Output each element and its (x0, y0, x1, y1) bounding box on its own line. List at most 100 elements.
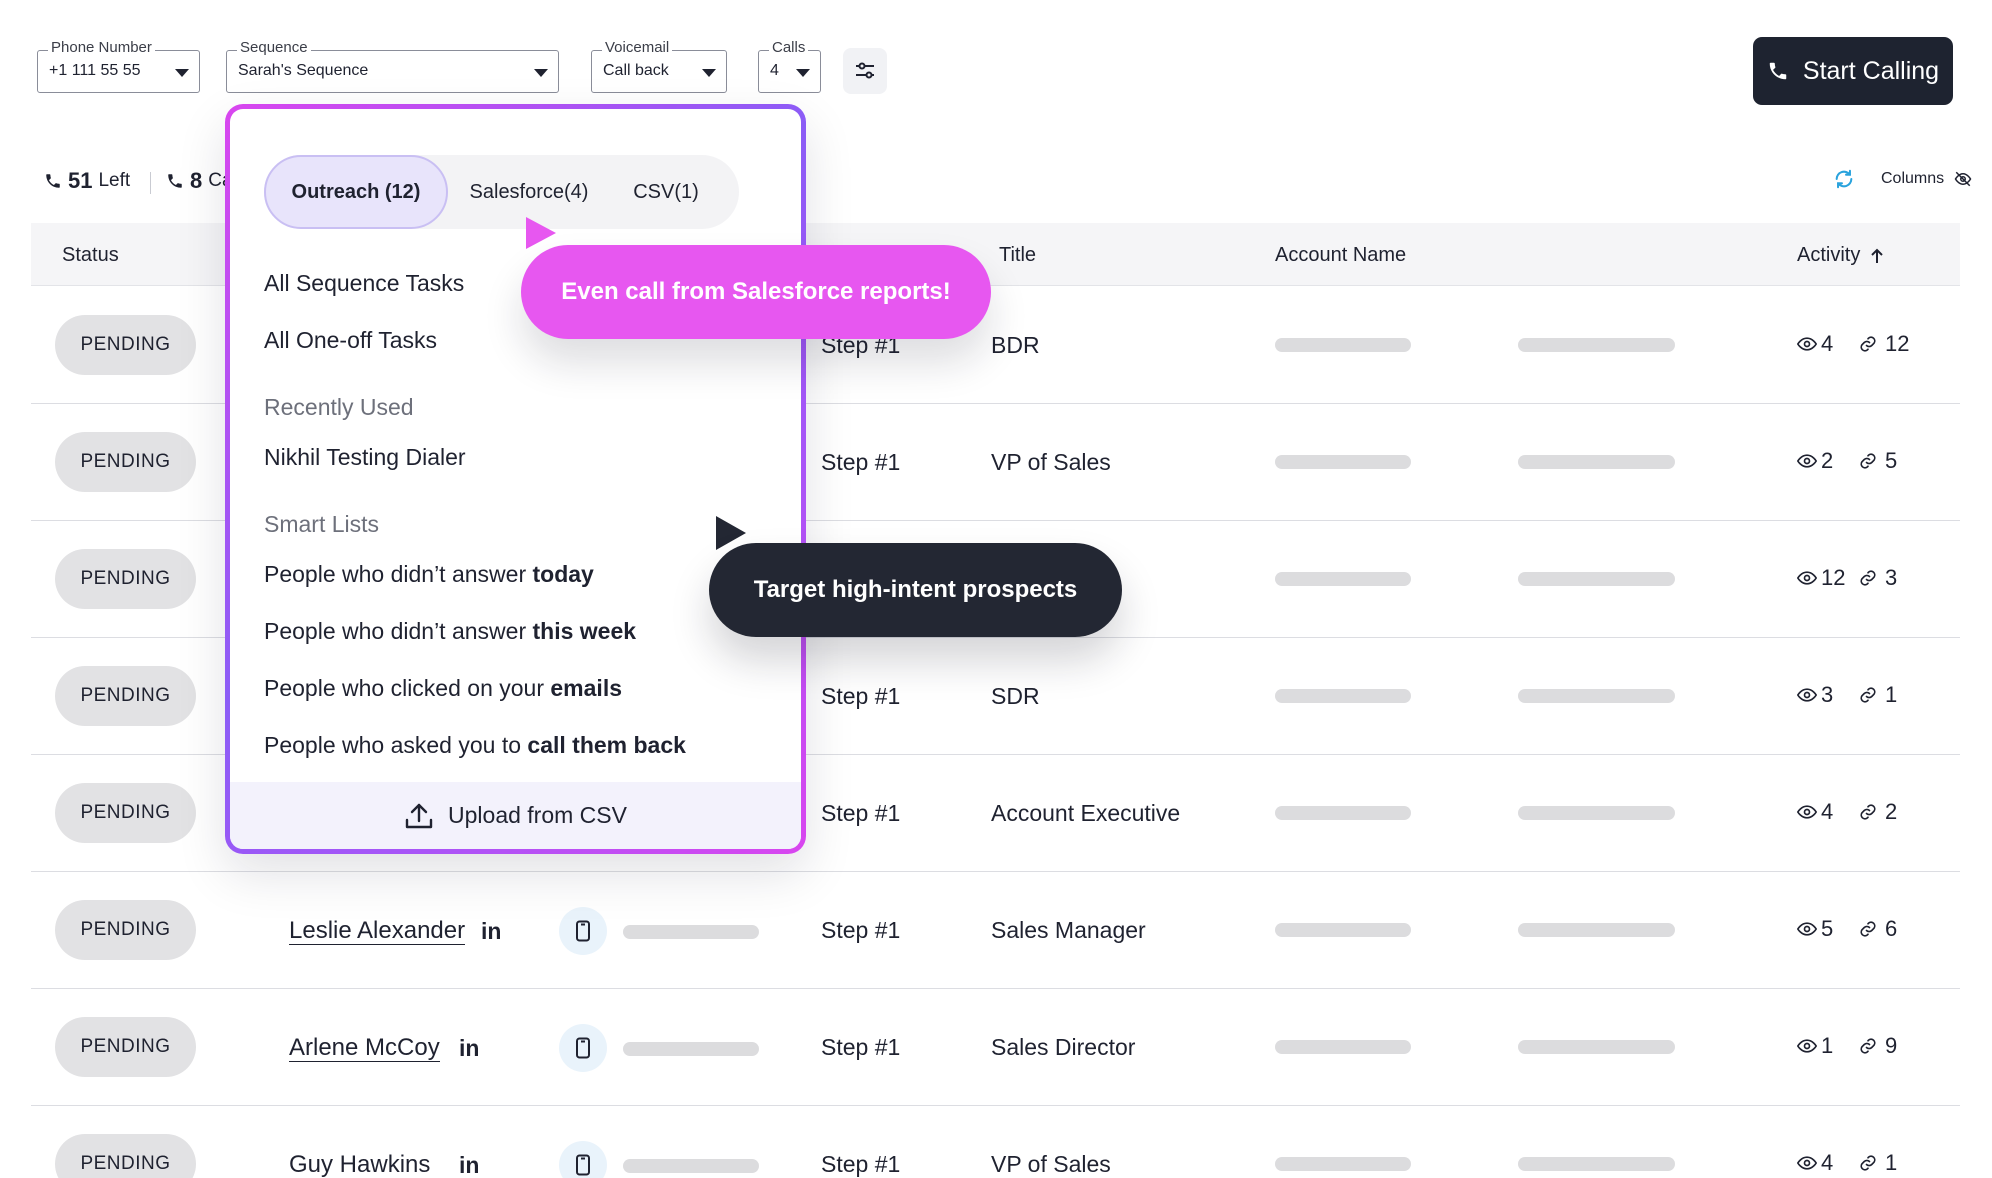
start-calling-label: Start Calling (1802, 56, 1940, 85)
phone-number-chip[interactable] (559, 1141, 607, 1178)
phone-number-select[interactable]: Phone Number +1 111 55 55 (37, 39, 200, 93)
columns-button[interactable]: Columns (1881, 170, 1944, 188)
header-title[interactable]: Title (999, 244, 1036, 267)
smart-list-item-week[interactable]: People who didn’t answer this week (264, 618, 636, 645)
sequence-step: Step #1 (821, 449, 901, 475)
calls-select[interactable]: Calls 4 (758, 39, 821, 93)
phone-number-chip[interactable] (559, 907, 607, 955)
account-name-placeholder (1275, 455, 1411, 469)
voicemail-select[interactable]: Voicemail Call back (591, 39, 727, 93)
contact-title: VP of Sales (991, 1151, 1111, 1177)
status-badge: PENDING (55, 1017, 196, 1077)
smart-list-bold: this week (532, 618, 637, 644)
eye-icon (1797, 571, 1817, 585)
activity-cell: 25 (1797, 448, 1897, 474)
eye-icon (1797, 1156, 1817, 1170)
chevron-down-icon (702, 69, 716, 77)
linkedin-icon[interactable]: in (459, 1035, 479, 1062)
task-source-dropdown: Outreach (12) Salesforce(4) CSV(1) All S… (225, 104, 806, 854)
view-count: 4 (1821, 1150, 1834, 1175)
activity-cell: 31 (1797, 682, 1897, 708)
header-account-name[interactable]: Account Name (1275, 244, 1406, 267)
dropdown-body: Outreach (12) Salesforce(4) CSV(1) All S… (230, 109, 801, 849)
eye-icon (1797, 922, 1817, 936)
table-row[interactable]: PENDING Guy Hawkins in Step #1 VP of Sales 4 1 (31, 1106, 1960, 1178)
phone-icon (1769, 62, 1787, 80)
activity-cell: 4 12 (1797, 331, 1909, 357)
account-name-placeholder (1275, 689, 1411, 703)
contact-name-link[interactable]: Leslie Alexander (289, 918, 466, 945)
all-sequence-tasks-item[interactable]: All Sequence Tasks (264, 270, 464, 297)
tab-outreach[interactable]: Outreach (12) (264, 155, 448, 229)
upload-csv-button[interactable]: Upload from CSV (230, 782, 801, 849)
account-name-placeholder (1275, 1157, 1411, 1171)
view-count: 4 (1821, 331, 1834, 356)
link-icon (1860, 804, 1876, 820)
table-row[interactable]: PENDING Leslie Alexander in Step #1 Sales Ma… (31, 872, 1960, 989)
sliders-icon (856, 62, 874, 79)
recent-list-item[interactable]: Nikhil Testing Dialer (264, 444, 466, 471)
smart-list-bold: emails (550, 675, 622, 701)
pointer-icon (526, 217, 556, 249)
contact-title: Sales Manager (991, 917, 1146, 943)
upload-icon (405, 803, 433, 828)
account-detail-placeholder (1518, 455, 1675, 469)
status-badge: PENDING (55, 666, 196, 726)
tab-csv[interactable]: CSV(1) (616, 155, 716, 229)
phone-icon (46, 174, 60, 188)
recently-used-heading: Recently Used (264, 394, 414, 420)
link-icon (1860, 921, 1876, 937)
link-click-count: 5 (1885, 448, 1898, 473)
phone-number-chip[interactable] (559, 1024, 607, 1072)
smart-lists-heading: Smart Lists (264, 511, 380, 537)
calls-left-stat: 51 Left (44, 168, 130, 194)
header-activity[interactable]: Activity (1797, 244, 1884, 267)
view-count: 4 (1821, 799, 1834, 824)
calls-value: 4 (770, 62, 779, 79)
linkedin-icon[interactable]: in (459, 1152, 479, 1178)
link-click-count: 1 (1885, 1150, 1898, 1175)
sequence-step: Step #1 (821, 1034, 901, 1060)
chevron-down-icon (534, 69, 548, 77)
smart-list-text: People who didn’t answer (264, 561, 533, 587)
high-intent-callout: Target high-intent prospects (709, 543, 1122, 637)
status-badge: PENDING (55, 432, 196, 492)
view-count: 2 (1821, 448, 1834, 473)
account-detail-placeholder (1518, 1157, 1675, 1171)
account-name-placeholder (1275, 923, 1411, 937)
eye-icon (1797, 337, 1817, 351)
account-detail-placeholder (1518, 338, 1675, 352)
activity-cell: 42 (1797, 799, 1897, 825)
smart-list-item-today[interactable]: People who didn’t answer today (264, 561, 594, 588)
view-count: 3 (1821, 682, 1834, 707)
chevron-down-icon (175, 69, 189, 77)
smart-list-item-callback[interactable]: People who asked you to call them back (264, 732, 686, 759)
columns-toolbar: Columns (1833, 168, 1972, 190)
smart-list-item-emails[interactable]: People who clicked on your emails (264, 675, 622, 702)
status-badge: PENDING (55, 900, 196, 960)
start-calling-button[interactable]: Start Calling (1753, 37, 1953, 105)
activity-cell: 12 3 (1797, 565, 1897, 591)
contact-title: VP of Sales (991, 449, 1111, 475)
calls-made-stat: 8 Ca (166, 168, 233, 194)
refresh-icon[interactable] (1833, 168, 1855, 190)
link-icon (1860, 336, 1876, 352)
table-row[interactable]: PENDING Arlene McCoy in Step #1 Sales Direct… (31, 989, 1960, 1106)
all-oneoff-tasks-item[interactable]: All One-off Tasks (264, 327, 437, 354)
linkedin-icon[interactable]: in (481, 918, 501, 945)
link-click-count: 2 (1885, 799, 1898, 824)
contact-name-link[interactable]: Guy Hawkins (289, 1152, 430, 1178)
link-click-count: 12 (1885, 331, 1910, 356)
header-status[interactable]: Status (62, 244, 119, 267)
contact-name-link[interactable]: Arlene McCoy (289, 1035, 440, 1062)
status-badge: PENDING (55, 315, 196, 375)
eye-off-icon[interactable] (1954, 170, 1972, 188)
filter-settings-button[interactable] (843, 48, 887, 94)
phone-number-placeholder (623, 1159, 759, 1173)
upload-csv-label: Upload from CSV (448, 802, 627, 828)
calls-left-label: Left (98, 170, 131, 191)
status-badge: PENDING (55, 783, 196, 843)
link-click-count: 9 (1885, 1033, 1898, 1058)
sequence-select[interactable]: Sequence Sarah's Sequence (226, 39, 559, 93)
view-count: 5 (1821, 916, 1834, 941)
